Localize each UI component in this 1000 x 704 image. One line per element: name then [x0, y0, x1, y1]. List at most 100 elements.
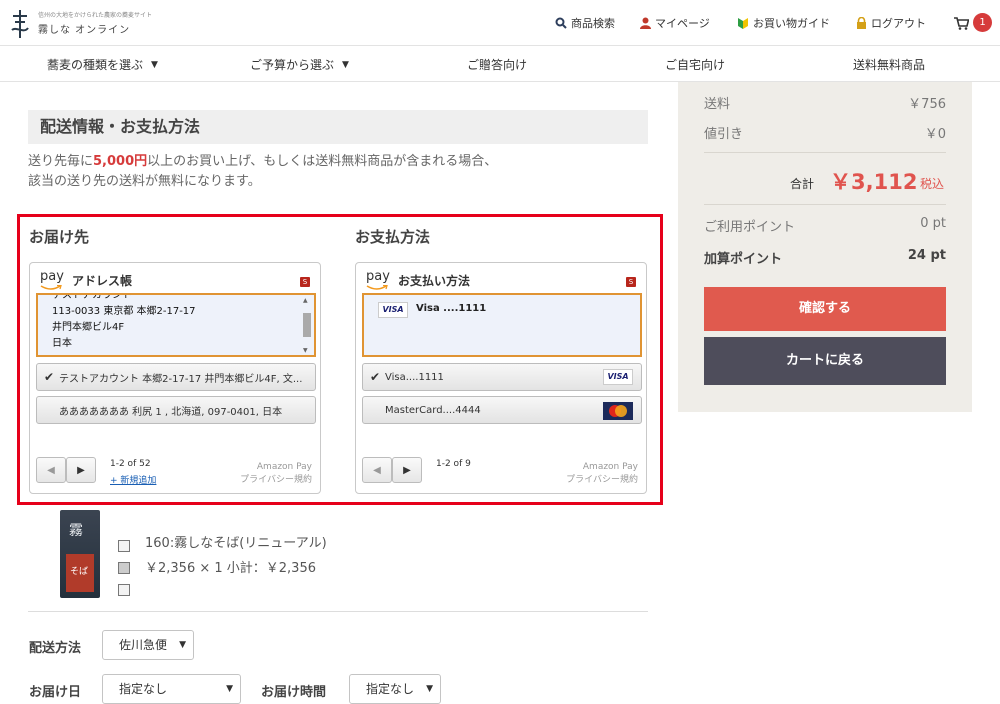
- address-line: テストアカウント: [52, 293, 132, 301]
- add-address-link[interactable]: + 新規追加: [110, 473, 156, 486]
- cat-home-label: ご自宅向け: [665, 58, 726, 72]
- product-package-label: そば: [70, 567, 89, 577]
- cat-free-shipping-label: 送料無料商品: [853, 58, 926, 72]
- shipping-value: ￥756: [908, 97, 946, 112]
- back-to-cart-button[interactable]: カートに戻る: [704, 337, 946, 385]
- delivery-date-label: お届け日: [29, 685, 82, 700]
- nav-guide[interactable]: お買い物ガイド: [737, 14, 830, 32]
- section-title: 配送情報・お支払方法: [28, 110, 648, 144]
- dropdown-arrow-icon: ▼: [226, 684, 233, 694]
- nav-logout[interactable]: ログアウト: [856, 14, 926, 32]
- beginner-leaf-icon: [738, 17, 748, 29]
- privacy-link[interactable]: プライバシー規約: [240, 474, 312, 487]
- address-line: 日本: [52, 338, 72, 349]
- chevron-down-icon: ▼: [151, 59, 158, 70]
- gift-wrap-icon: [118, 562, 130, 574]
- cat-free-shipping[interactable]: 送料無料商品: [853, 56, 925, 73]
- amazon-pay-logo: pay: [366, 269, 392, 291]
- address-option-text: あああああああ 利尻 1 , 北海道, 097-0401, 日本: [59, 406, 283, 418]
- address-option[interactable]: ✔ テストアカウント 本郷2-17-17 井門本郷ビル4F, 文...: [36, 363, 316, 391]
- secure-badge-icon: S: [626, 277, 636, 287]
- delivery-heading: お届け先: [29, 228, 90, 246]
- chevron-down-icon: ▼: [342, 59, 349, 70]
- nav-search[interactable]: 商品検索: [555, 14, 615, 32]
- dropdown-arrow-icon: ▼: [179, 640, 186, 650]
- selected-address-lines: テストアカウント 113-0033 東京都 本郷2-17-17 井門本郷ビル4F…: [52, 293, 196, 352]
- address-option[interactable]: あああああああ 利尻 1 , 北海道, 097-0401, 日本: [36, 396, 316, 424]
- cat-home[interactable]: ご自宅向け: [665, 56, 725, 73]
- amazon-pay-footer: Amazon Pay プライバシー規約: [566, 461, 638, 487]
- logo-mark-icon: 霧: [69, 523, 83, 539]
- total-label: 合計: [790, 177, 815, 191]
- used-points-row: ご利用ポイント 0 pt: [704, 216, 946, 235]
- delivery-date-value: 指定なし: [119, 682, 168, 696]
- shipping-method-value: 佐川急便: [119, 638, 168, 652]
- nav-mypage[interactable]: マイページ: [640, 14, 710, 32]
- scroll-up-icon[interactable]: ▲: [303, 297, 308, 304]
- prev-page-button[interactable]: ◀: [36, 457, 66, 483]
- address-pager-info: 1-2 of 52: [110, 459, 151, 469]
- shipping-method-select[interactable]: 佐川急便 ▼: [102, 630, 194, 660]
- product-image[interactable]: 霧 そば: [60, 510, 100, 598]
- cat-budget-label: ご予算から選ぶ: [250, 58, 335, 72]
- scroll-down-icon[interactable]: ▼: [303, 347, 308, 354]
- divider: [704, 204, 946, 205]
- cat-gift-label: ご贈答向け: [467, 58, 528, 72]
- shipping-notice: 送り先毎に5,000円以上のお買い上げ、もしくは送料無料商品が含まれる場合、 該…: [28, 152, 497, 192]
- site-header: 信州の大地をかけられた農家の蕎麦サイト 霧しな オンライン 商品検索 マイページ…: [0, 0, 1000, 46]
- total-amount: ￥3,112: [830, 170, 918, 194]
- discount-label: 値引き: [704, 127, 744, 142]
- widget-header: pay アドレス帳: [40, 267, 132, 291]
- divider: [28, 611, 648, 612]
- nav-mypage-label: マイページ: [655, 17, 710, 30]
- nav-cart[interactable]: [954, 14, 973, 32]
- cat-gift[interactable]: ご贈答向け: [467, 56, 527, 73]
- next-page-button[interactable]: ▶: [66, 457, 96, 483]
- discount-row: 値引き ￥0: [704, 123, 946, 142]
- cart-count-badge[interactable]: 1: [973, 13, 992, 32]
- amazon-pay-label: Amazon Pay: [256, 462, 312, 472]
- site-logo[interactable]: 信州の大地をかけられた農家の蕎麦サイト 霧しな オンライン: [10, 6, 152, 42]
- notice-highlight: 5,000円: [93, 154, 148, 169]
- amazon-pay-footer: Amazon Pay プライバシー規約: [240, 461, 312, 487]
- product-price-line: ￥2,356 × 1 小計：￥2,356: [145, 561, 316, 576]
- cat-soba-type-label: 蕎麦の種類を選ぶ: [47, 58, 144, 72]
- notice-text: 以上のお買い上げ、もしくは送料無料商品が含まれる場合、: [147, 154, 498, 169]
- delivery-time-label: お届け時間: [261, 685, 327, 700]
- storage-room-temp-icon: [118, 540, 130, 552]
- lock-icon: [857, 17, 866, 29]
- amazon-pay-logo: pay: [40, 269, 66, 291]
- selected-address-box[interactable]: テストアカウント 113-0033 東京都 本郷2-17-17 井門本郷ビル4F…: [36, 293, 316, 357]
- amazon-smile-icon: [366, 285, 388, 290]
- chevron-right-icon: ▶: [403, 464, 411, 476]
- cat-budget[interactable]: ご予算から選ぶ ▼: [250, 56, 349, 73]
- check-icon: ✔: [43, 370, 55, 384]
- shipping-label: 送料: [704, 97, 731, 112]
- secure-badge-icon: S: [300, 277, 310, 287]
- address-scrollbar[interactable]: ▲ ▼: [302, 297, 312, 354]
- card-pager-info: 1-2 of 9: [436, 459, 471, 469]
- privacy-link[interactable]: プライバシー規約: [566, 474, 638, 487]
- payment-method-title: お支払い方法: [398, 274, 471, 288]
- scroll-thumb[interactable]: [303, 313, 311, 337]
- card-pager: ◀ ▶: [362, 457, 422, 483]
- prev-page-button[interactable]: ◀: [362, 457, 392, 483]
- used-points-label: ご利用ポイント: [704, 220, 796, 235]
- nav-search-label: 商品検索: [571, 17, 615, 30]
- address-line: 113-0033 東京都 本郷2-17-17: [52, 306, 196, 317]
- used-points-value: 0 pt: [920, 216, 946, 231]
- search-icon: [555, 17, 567, 29]
- notice-line-2: 該当の送り先の送料が無料になります。: [28, 174, 261, 189]
- chevron-left-icon: ◀: [373, 464, 381, 476]
- next-page-button[interactable]: ▶: [392, 457, 422, 483]
- card-option[interactable]: MasterCard....4444: [362, 396, 642, 424]
- card-option[interactable]: ✔ Visa....1111 VISA: [362, 363, 642, 391]
- check-icon: ✔: [369, 370, 381, 384]
- total-tax-label: 税込: [920, 177, 945, 191]
- confirm-button[interactable]: 確認する: [704, 287, 946, 331]
- visa-card-icon: VISA: [378, 302, 408, 318]
- selected-card-box[interactable]: VISA Visa ....1111: [362, 293, 642, 357]
- pay-word: pay: [366, 269, 390, 284]
- cat-soba-type[interactable]: 蕎麦の種類を選ぶ ▼: [47, 56, 158, 73]
- amazon-pay-label: Amazon Pay: [582, 462, 638, 472]
